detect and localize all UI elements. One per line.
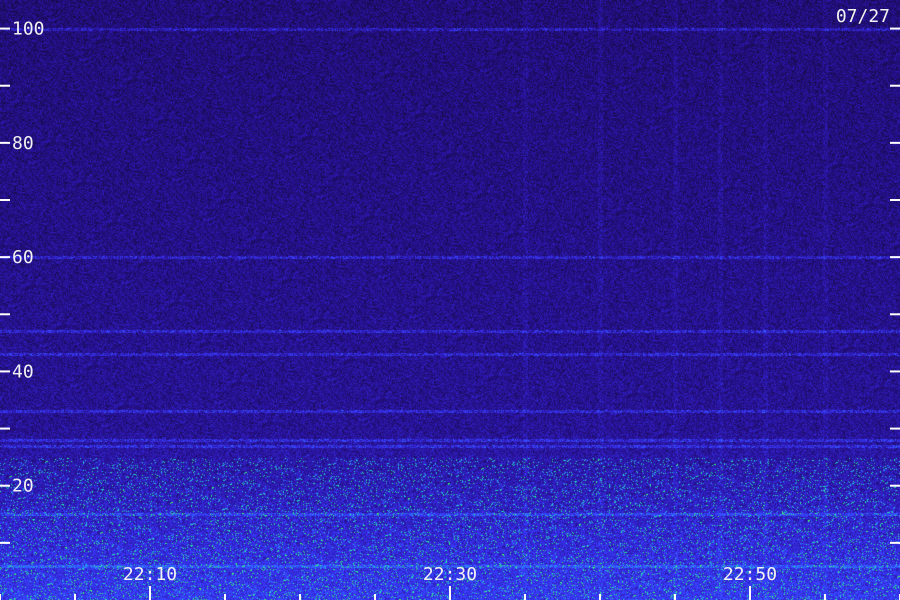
- x-tick-label: 22:50: [723, 564, 777, 585]
- spectrogram-overlay: 100 80 60 40 20 22:10 22:30 22:50 07/27: [0, 6, 900, 600]
- y-tick-label: 100: [12, 19, 45, 40]
- y-tick-label: 40: [12, 361, 34, 382]
- axis-labels: 100 80 60 40 20 22:10 22:30 22:50: [12, 19, 777, 585]
- axis-ticks: [0, 27, 900, 600]
- y-tick-label: 80: [12, 133, 34, 154]
- y-tick-label: 60: [12, 247, 34, 268]
- y-tick-label: 20: [12, 476, 34, 497]
- date-label: 07/27: [836, 6, 890, 27]
- x-tick-label: 22:30: [423, 564, 477, 585]
- x-tick-label: 22:10: [123, 564, 177, 585]
